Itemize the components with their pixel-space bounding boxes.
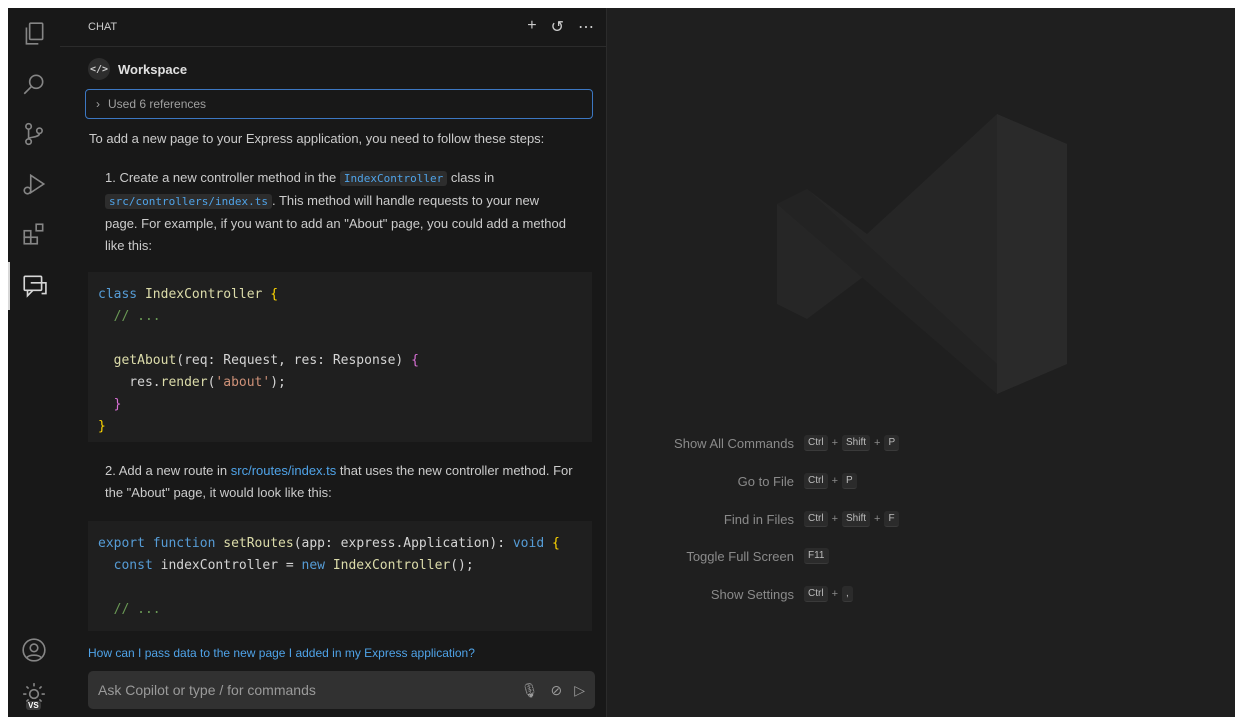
source-control-icon[interactable] [20,120,48,148]
attach-icon[interactable]: ⊘ [550,682,562,699]
follow-up-suggestion[interactable]: How can I pass data to the new page I ad… [88,646,475,660]
editor-area: Show All Commands Ctrl + Shift + P Go to F… [607,8,1235,717]
chat-input-placeholder: Ask Copilot or type / for commands [98,682,316,698]
shortcut-label: Toggle Full Screen [686,548,794,564]
key: Shift [842,435,871,451]
step-2: 2. Add a new route in src/routes/index.t… [105,460,575,504]
shortcut-label: Show All Commands [674,435,794,451]
shortcut-row[interactable]: Go to File Ctrl + P [652,473,857,489]
chat-input[interactable]: Ask Copilot or type / for commands 🎙 ⊘ ▷ [88,671,595,709]
response-intro: To add a new page to your Express applic… [89,131,545,146]
shortcut-row[interactable]: Toggle Full Screen F11 [652,548,829,564]
chat-title: CHAT [88,21,118,33]
key: P [884,435,900,451]
explorer-icon[interactable] [20,20,48,48]
new-chat-icon[interactable]: + [527,17,536,37]
key: Ctrl [804,435,828,451]
search-icon[interactable] [20,70,48,98]
routes-link[interactable]: src/routes/index.ts [231,463,337,478]
extensions-icon[interactable] [20,220,48,248]
account-icon[interactable] [20,636,48,664]
vscode-window: VS CHAT + ↺ ⋯ </> Workspace › Used 6 ref… [8,8,1235,717]
chat-icon[interactable] [20,272,48,300]
shortcut-row[interactable]: Show Settings Ctrl + , [652,586,853,602]
shortcut-row[interactable]: Show All Commands Ctrl + Shift + P [652,435,900,451]
agent-row: </> Workspace [88,58,187,80]
chat-header-actions: + ↺ ⋯ [527,17,606,37]
step1-mid: class in [450,170,495,185]
step1-prefix: 1. Create a new controller method in the [105,170,337,185]
more-actions-icon[interactable]: ⋯ [578,17,594,37]
activity-bar: VS [8,8,60,717]
history-icon[interactable]: ↺ [551,17,564,37]
chevron-right-icon: › [96,97,100,111]
shortcut-row[interactable]: Find in Files Ctrl + Shift + F [652,511,899,527]
step-1: 1. Create a new controller method in the… [105,167,575,257]
chat-input-actions: 🎙 ⊘ ▷ [521,682,595,699]
key: P [842,473,857,489]
inline-code-class: IndexController [339,171,448,186]
send-icon[interactable]: ▷ [574,682,585,699]
code-block-controller[interactable]: class IndexController { // ... getAbout(… [88,272,592,442]
references-toggle[interactable]: › Used 6 references [85,89,593,119]
step2-prefix: 2. Add a new route in [105,463,228,478]
key: Ctrl [804,473,828,489]
references-label: Used 6 references [108,97,207,111]
shortcut-label: Find in Files [723,511,794,527]
key: Ctrl [804,511,828,527]
agent-label: Workspace [118,61,188,77]
microphone-icon[interactable]: 🎙 [521,682,539,699]
shortcut-label: Go to File [737,473,794,489]
vscode-logo-watermark [777,114,1067,394]
chat-header: CHAT + ↺ ⋯ [60,8,606,47]
run-debug-icon[interactable] [20,170,48,198]
key: F11 [804,548,829,564]
key: Ctrl [804,586,828,602]
shortcut-label: Show Settings [710,586,794,602]
code-block-routes[interactable]: export function setRoutes(app: express.A… [88,521,592,631]
chat-panel: CHAT + ↺ ⋯ </> Workspace › Used 6 refere… [60,8,607,717]
active-indicator [8,262,10,310]
key: , [842,586,853,602]
accounts-badge: VS [26,701,41,710]
inline-code-path: src/controllers/index.ts [105,194,272,209]
key: F [884,511,899,527]
key: Shift [842,511,871,527]
workspace-agent-icon: </> [88,58,110,80]
